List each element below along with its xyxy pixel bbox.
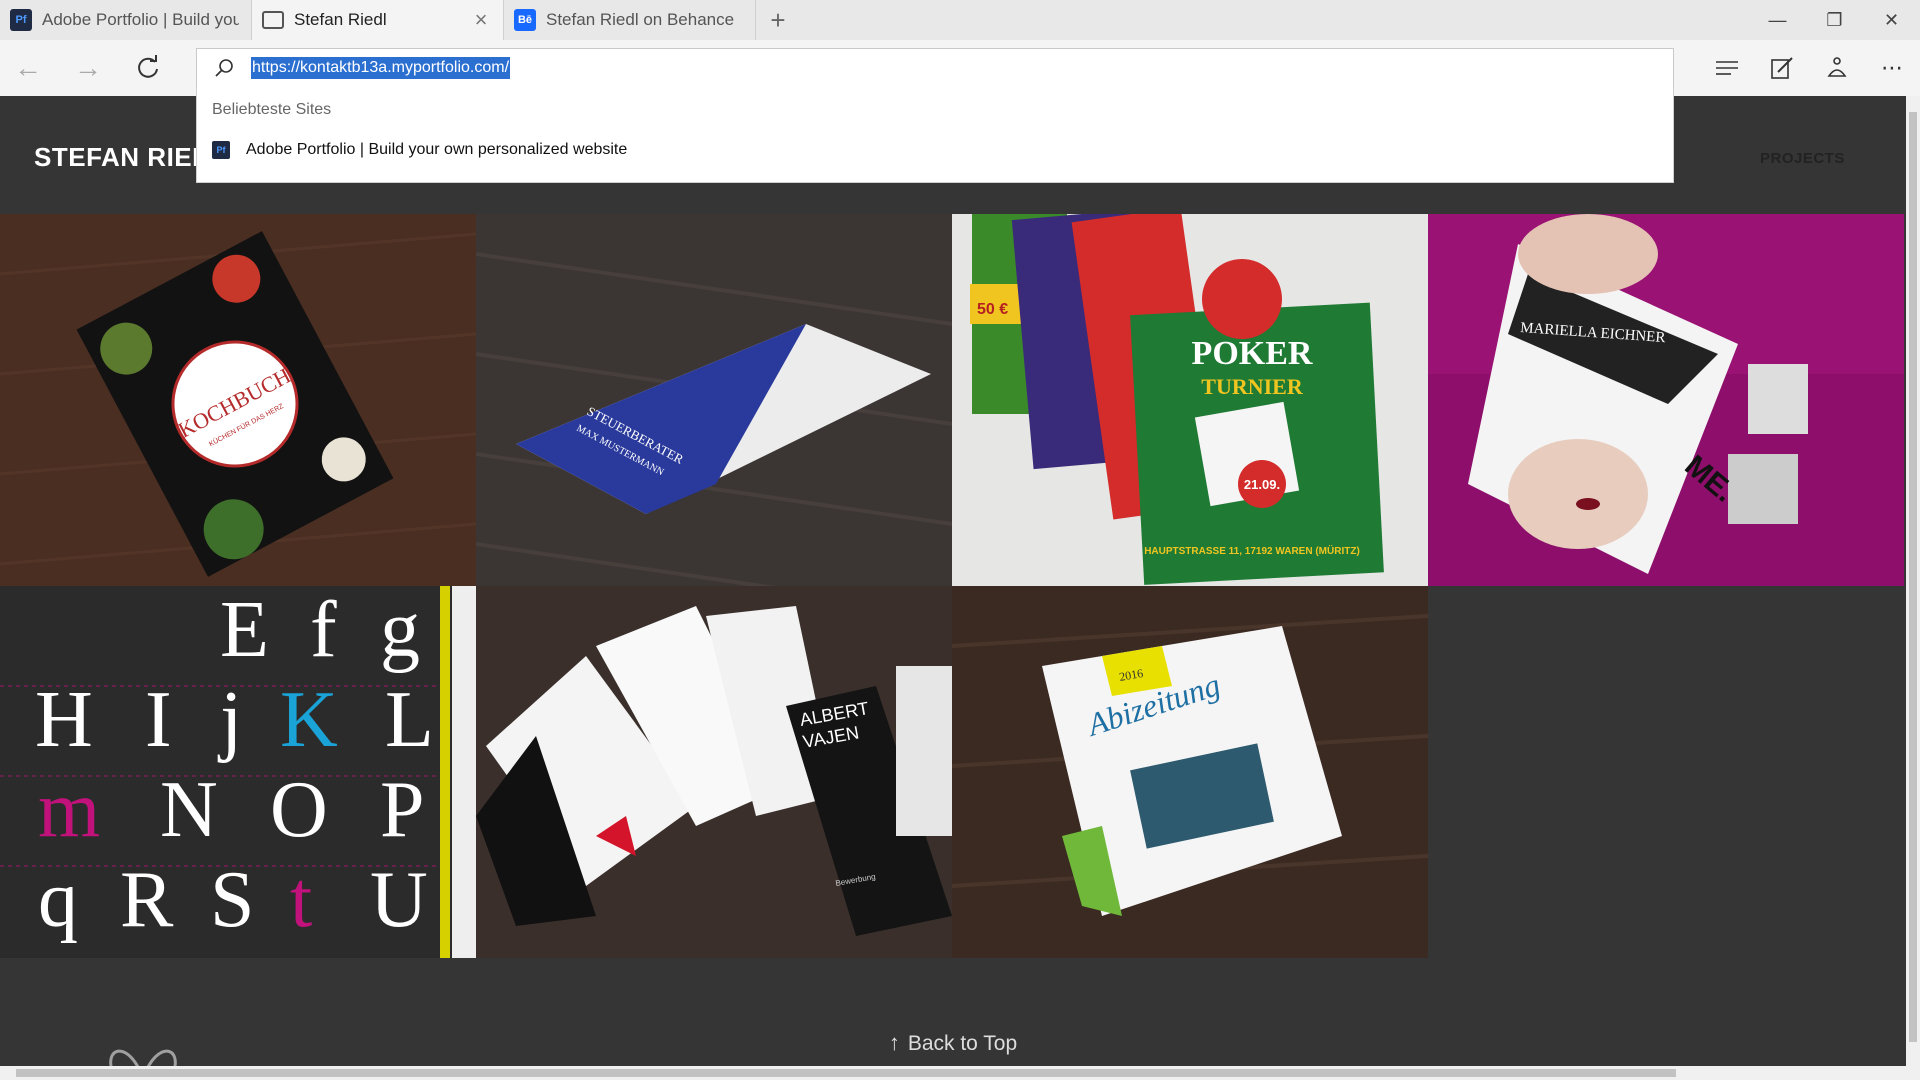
close-tab-icon[interactable]: × (471, 7, 491, 33)
share-icon (1827, 57, 1847, 77)
search-icon (197, 58, 251, 78)
suggestions-header: Beliebteste Sites (212, 101, 332, 118)
tab-title: Stefan Riedl (294, 10, 387, 29)
page-icon (262, 11, 284, 29)
tab-adobe-portfolio[interactable]: Pf Adobe Portfolio | Build your (0, 0, 252, 40)
suggestion-label: Adobe Portfolio | Build your own persona… (246, 141, 628, 158)
tab-behance[interactable]: Bē Stefan Riedl on Behance (504, 0, 756, 40)
tab-title: Adobe Portfolio | Build your (42, 10, 239, 29)
webpage: STEFAN RIEDL PROJECTS KOCHBUCH KÜCHEN FÜ… (0, 96, 1906, 1066)
window-controls: — ❐ ✕ (1749, 0, 1920, 40)
type-letter: K (280, 676, 338, 764)
type-letter: U (370, 856, 428, 944)
forward-button[interactable]: → (66, 50, 110, 86)
poker-subtitle: TURNIER (1201, 374, 1304, 399)
butterfly-watermark-icon (109, 1049, 177, 1066)
arrow-up-icon: ↑ (888, 1030, 900, 1055)
type-letter: H (35, 676, 93, 764)
project-tile-abizeitung[interactable]: 2016 Abizeitung (952, 586, 1428, 958)
nav-projects[interactable]: PROJECTS (1760, 150, 1845, 167)
back-to-top-link[interactable]: ↑ Back to Top (0, 1030, 1906, 1056)
adobe-portfolio-favicon-icon: Pf (212, 141, 230, 159)
tab-bar: Pf Adobe Portfolio | Build your Stefan R… (0, 0, 1920, 40)
more-button[interactable]: ⋯ (1870, 50, 1914, 86)
hub-icon (1716, 61, 1738, 75)
type-letter: S (210, 856, 255, 944)
url-text: https://kontaktb13a.myportfolio.com/ (251, 57, 511, 79)
back-button[interactable]: ← (6, 50, 50, 86)
type-letter: g (380, 586, 420, 674)
project-tile-steuerberater[interactable]: STEUERBERATER MAX MUSTERMANN (476, 214, 952, 586)
type-letter: L (385, 676, 434, 764)
poker-title: POKER (1192, 335, 1313, 372)
project-tile-poker[interactable]: 50 € POKER TURNIER 21.09. HAUPTSTRASSE 1… (952, 214, 1428, 586)
type-letter: E (220, 586, 269, 674)
horizontal-scrollbar[interactable] (0, 1066, 1920, 1080)
restore-button[interactable]: ❐ (1806, 0, 1863, 40)
close-window-button[interactable]: ✕ (1863, 0, 1920, 40)
suggestion-item[interactable]: Pf Adobe Portfolio | Build your own pers… (212, 141, 627, 159)
minimize-button[interactable]: — (1749, 0, 1806, 40)
tab-title: Stefan Riedl on Behance (546, 10, 735, 29)
adobe-portfolio-favicon-icon: Pf (10, 9, 32, 31)
type-letter: q (38, 856, 78, 944)
poker-address: HAUPTSTRASSE 11, 17192 WAREN (MÜRITZ) (1144, 544, 1360, 557)
scrollbar-thumb[interactable] (1909, 112, 1917, 1042)
poker-price: 50 € (977, 301, 1008, 318)
project-tile-kochbuch[interactable]: KOCHBUCH KÜCHEN FÜR DAS HERZ (0, 214, 476, 586)
refresh-icon (138, 55, 158, 78)
type-letter: O (270, 766, 328, 854)
scrollbar-thumb[interactable] (16, 1069, 1676, 1077)
type-letter: f (310, 586, 337, 674)
type-letter: N (160, 766, 218, 854)
share-button[interactable] (1815, 50, 1859, 86)
type-letter: t (290, 856, 312, 944)
behance-favicon-icon: Bē (514, 9, 536, 31)
address-suggestions-dropdown: Beliebteste Sites Pf Adobe Portfolio | B… (196, 87, 1674, 183)
type-letter: I (145, 676, 172, 764)
web-note-icon (1771, 57, 1793, 79)
vertical-scrollbar[interactable] (1906, 96, 1920, 1066)
project-tile-mariella-eichner[interactable]: MARIELLA EICHNER ME. (1428, 214, 1904, 586)
poker-date: 21.09. (1244, 477, 1280, 492)
type-letter: R (120, 856, 174, 944)
project-tile-albert-vajen[interactable]: ALBERT VAJEN Bewerbung (476, 586, 952, 958)
type-letter: j (217, 676, 242, 764)
back-to-top-label: Back to Top (907, 1032, 1018, 1055)
web-note-button[interactable] (1760, 50, 1804, 86)
type-letter: m (38, 766, 100, 854)
new-tab-button[interactable]: + (756, 0, 800, 40)
type-letter: P (380, 766, 425, 854)
address-input[interactable]: https://kontaktb13a.myportfolio.com/ (196, 48, 1674, 88)
refresh-button[interactable] (126, 50, 170, 86)
project-tile-typography[interactable]: E f g H I j K L m N O P q R S t U (0, 586, 476, 958)
tab-stefan-riedl[interactable]: Stefan Riedl × (252, 0, 504, 40)
hub-button[interactable] (1705, 50, 1749, 86)
